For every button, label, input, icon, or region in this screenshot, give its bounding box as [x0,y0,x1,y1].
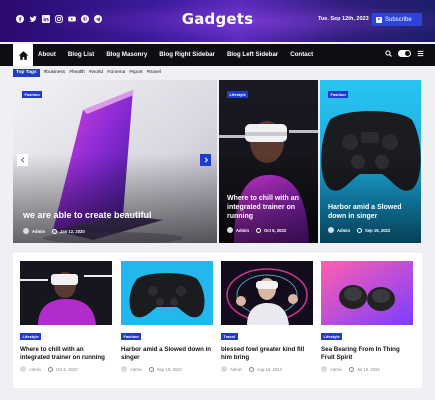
post-date: Oct 5, 2022 [55,366,78,372]
tag-link[interactable]: #health [69,70,85,75]
clock-icon [148,366,154,372]
author-name[interactable]: Admin [32,229,45,234]
tag-link[interactable]: #world [89,70,103,75]
avatar [321,366,327,373]
search-icon[interactable] [385,50,392,57]
hero-title[interactable]: Harbor amid a Slowed down in singer [328,204,418,222]
nav-actions [385,50,424,57]
chevron-left-icon [20,157,24,163]
slider-prev-button[interactable] [17,154,28,166]
post-meta: Admin Sep 19, 2022 [121,366,213,373]
post-date: Oct 5, 2022 [264,227,287,233]
tag-link[interactable]: #sport [129,70,142,75]
author-name[interactable]: Admin [230,367,242,372]
current-date: Tue. Sep 12th, 2023 [318,16,369,22]
post-title[interactable]: Where to chill with an integrated traine… [20,346,112,362]
post-title[interactable]: Harbor amid a Slowed down in singer [121,346,213,362]
tag-link[interactable]: #business [44,70,66,75]
post-date: Sep 19, 2022 [156,366,182,372]
avatar [20,366,26,373]
category-badge[interactable]: Fashion [328,91,349,99]
dark-mode-toggle[interactable] [398,50,411,57]
author-name[interactable]: Admin [337,228,350,233]
post-meta: Admin Aug 16, 2022 [221,366,313,373]
menu-icon[interactable] [417,50,424,57]
author-name[interactable]: Admin [236,228,249,233]
hero-title[interactable]: Where to chill with an integrated traine… [227,195,315,221]
author-name[interactable]: Admin [330,367,342,372]
post-date: Sep 19, 2022 [365,227,391,233]
category-badge[interactable]: Lifestyle [20,332,42,341]
post-card[interactable]: Lifestyle Where to chill with an integra… [20,261,112,373]
hero-title[interactable]: we are able to create beautiful [23,210,203,221]
clock-icon [47,366,53,372]
post-meta: Admin Oct 5, 2022 [227,227,286,233]
vr-headset-image [20,261,112,325]
post-title[interactable]: Sea Bearing From In Thing Fruit Spirit [321,346,413,362]
nav-menu: About Blog List Blog Masonry Blog Right … [38,51,325,58]
post-title[interactable]: blessed fowl greater kind fill him bring [221,346,313,362]
nav-item-contact[interactable]: Contact [290,51,313,58]
subscribe-label: Subscribe [385,16,412,23]
post-date: Jan 12, 2020 [60,228,85,234]
nav-item-about[interactable]: About [38,51,56,58]
tag-link[interactable]: #cinema [107,70,125,75]
post-date: Jul 19, 2022 [356,366,380,372]
top-tags-bar: Top Tags #business #health #world #cinem… [13,68,161,77]
site-title[interactable]: Gadgets [0,10,435,28]
hero-slide[interactable]: Lifestyle Where to chill with an integra… [219,80,318,243]
category-badge[interactable]: Lifestyle [227,91,249,99]
clock-icon [256,227,262,233]
clock-icon [52,228,58,234]
nav-item-blog-left-sidebar[interactable]: Blog Left Sidebar [227,51,278,58]
hero-slide[interactable]: Fashion Harbor amid a Slowed down in sin… [320,80,421,243]
post-card[interactable]: Fashion Harbor amid a Slowed down in sin… [121,261,213,373]
post-meta: Admin Oct 5, 2022 [20,366,112,373]
post-card[interactable]: Lifestyle Sea Bearing From In Thing Frui… [321,261,413,373]
slider-next-button[interactable] [200,154,211,166]
avatar [23,228,29,234]
post-meta: Admin Sep 19, 2022 [328,227,390,233]
post-thumbnail[interactable] [221,261,313,325]
home-button[interactable] [13,44,33,66]
avatar [221,366,227,373]
top-tags-label: Top Tags [13,68,40,77]
gamepad-image [121,261,213,325]
category-badge[interactable]: Fashion [121,332,142,341]
clock-icon [357,227,363,233]
post-date: Aug 16, 2022 [256,366,282,372]
nav-item-blog-masonry[interactable]: Blog Masonry [106,51,147,58]
post-grid: Lifestyle Where to chill with an integra… [13,253,422,388]
clock-icon [348,366,354,372]
avatar [227,227,233,233]
avatar [328,227,334,233]
vr-user-image [221,261,313,325]
tag-link[interactable]: #travel [147,70,161,75]
post-thumbnail[interactable] [321,261,413,325]
nav-item-blog-right-sidebar[interactable]: Blog Right Sidebar [159,51,215,58]
author-name[interactable]: Admin [29,367,41,372]
hero-slider[interactable]: Fashion we are able to create beautiful … [13,80,217,243]
post-thumbnail[interactable] [20,261,112,325]
subscribe-button[interactable]: Subscribe [372,13,422,26]
clock-icon [248,366,254,372]
category-badge[interactable]: Travel [221,332,238,341]
post-meta: Admin Jan 12, 2020 [23,228,85,234]
category-badge[interactable]: Lifestyle [321,332,343,341]
post-card[interactable]: Travel blessed fowl greater kind fill hi… [221,261,313,373]
chevron-right-icon [204,157,208,163]
earbuds-image [321,261,413,325]
home-icon [18,50,28,60]
author-name[interactable]: Admin [130,367,142,372]
category-badge[interactable]: Fashion [22,91,43,99]
play-icon [376,16,382,23]
post-meta: Admin Jul 19, 2022 [321,366,413,373]
nav-item-blog-list[interactable]: Blog List [68,51,94,58]
avatar [121,366,127,373]
post-thumbnail[interactable] [121,261,213,325]
